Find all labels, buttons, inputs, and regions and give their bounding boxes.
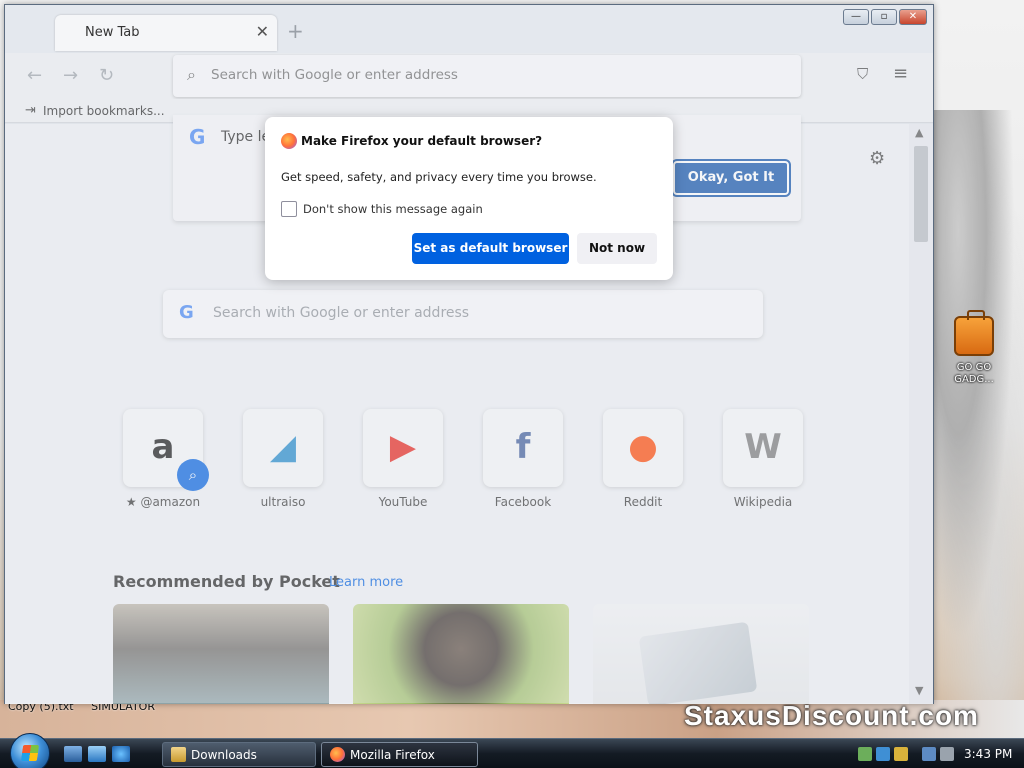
tray-app-icon[interactable]: [894, 747, 908, 761]
network-icon[interactable]: [922, 747, 936, 761]
tab-new-tab[interactable]: New Tab ✕: [55, 15, 277, 51]
default-browser-dialog: Make Firefox your default browser? Get s…: [265, 117, 673, 280]
new-tab-plus-icon[interactable]: +: [287, 19, 304, 43]
tray-app-icon[interactable]: [876, 747, 890, 761]
desktop-icon-label: GO GO GADG...: [954, 362, 994, 385]
set-default-browser-button[interactable]: Set as default browser: [412, 233, 569, 264]
not-now-button[interactable]: Not now: [577, 233, 657, 264]
folder-icon: [171, 747, 186, 762]
tab-label: New Tab: [85, 25, 140, 40]
taskbar: Downloads Mozilla Firefox 3:43 PM: [0, 733, 1024, 768]
window-controls: — ▫ ✕: [843, 9, 927, 25]
dialog-body: Get speed, safety, and privacy every tim…: [281, 170, 597, 184]
dont-show-again-checkbox[interactable]: [281, 201, 297, 217]
taskbar-button-firefox[interactable]: Mozilla Firefox: [321, 742, 478, 767]
desktop-icon-gogo-gadget[interactable]: GO GO GADG...: [946, 310, 1002, 386]
desktop-wallpaper: [930, 110, 1024, 710]
close-icon[interactable]: ✕: [256, 22, 269, 41]
firefox-icon: [281, 133, 297, 149]
dont-show-again-label[interactable]: Don't show this message again: [303, 202, 483, 216]
dialog-title: Make Firefox your default browser?: [301, 134, 543, 148]
switch-windows-icon[interactable]: [88, 746, 106, 762]
briefcase-icon: [954, 310, 994, 356]
watermark: StaxusDiscount.com: [684, 700, 979, 731]
taskbar-button-downloads[interactable]: Downloads: [162, 742, 316, 767]
tray-app-icon[interactable]: [858, 747, 872, 761]
taskbar-clock[interactable]: 3:43 PM: [964, 747, 1012, 761]
volume-muted-icon[interactable]: [940, 747, 954, 761]
minimize-button[interactable]: —: [843, 9, 869, 25]
tab-strip: New Tab ✕ + — ▫ ✕: [5, 5, 933, 53]
show-desktop-icon[interactable]: [64, 746, 82, 762]
window-close-button[interactable]: ✕: [899, 9, 927, 25]
firefox-icon: [330, 747, 345, 762]
taskbar-button-label: Mozilla Firefox: [350, 748, 435, 762]
taskbar-button-label: Downloads: [191, 748, 257, 762]
browser-window: New Tab ✕ + — ▫ ✕ ← → ↻ ⌕ Search with Go…: [4, 4, 934, 704]
start-button[interactable]: [10, 733, 50, 768]
internet-explorer-icon[interactable]: [112, 746, 130, 762]
maximize-button[interactable]: ▫: [871, 9, 897, 25]
